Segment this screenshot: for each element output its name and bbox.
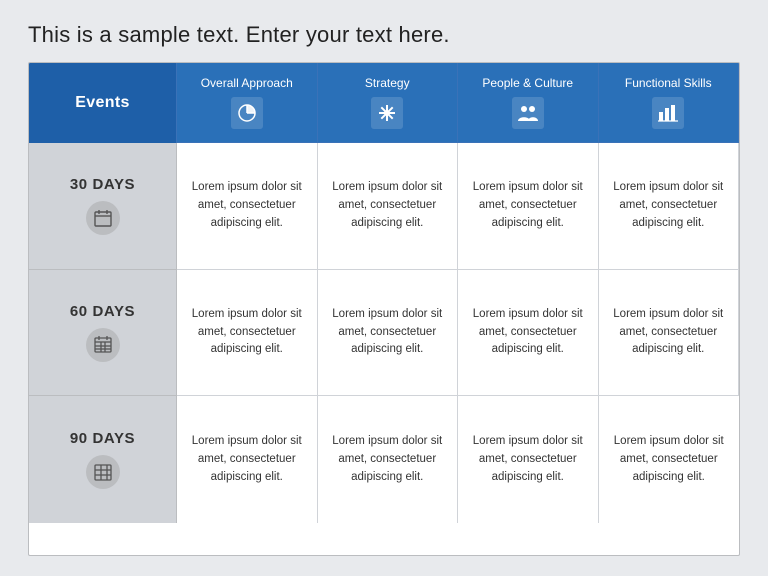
30-days-icon bbox=[86, 201, 120, 235]
cell-30-3: Lorem ipsum dolor sit amet, consectetuer… bbox=[599, 143, 740, 270]
cell-90-0: Lorem ipsum dolor sit amet, consectetuer… bbox=[177, 396, 318, 523]
events-label: Events bbox=[75, 94, 129, 112]
cell-60-2: Lorem ipsum dolor sit amet, consectetuer… bbox=[458, 270, 599, 397]
cell-90-3: Lorem ipsum dolor sit amet, consectetuer… bbox=[599, 396, 740, 523]
main-table: Events Overall Approach Strategy bbox=[28, 62, 740, 556]
cell-30-2: Lorem ipsum dolor sit amet, consectetuer… bbox=[458, 143, 599, 270]
cell-90-1: Lorem ipsum dolor sit amet, consectetuer… bbox=[318, 396, 459, 523]
functional-skills-icon bbox=[652, 97, 684, 129]
60-days-icon bbox=[86, 328, 120, 362]
col-header-functional-skills: Functional Skills bbox=[599, 63, 740, 143]
cell-60-0: Lorem ipsum dolor sit amet, consectetuer… bbox=[177, 270, 318, 397]
people-icon bbox=[512, 97, 544, 129]
overall-approach-icon bbox=[231, 97, 263, 129]
30-days-label: 30 DAYS bbox=[70, 176, 135, 193]
row-label-90-days: 90 DAYS bbox=[29, 396, 177, 523]
page-wrapper: This is a sample text. Enter your text h… bbox=[0, 0, 768, 576]
cell-60-1: Lorem ipsum dolor sit amet, consectetuer… bbox=[318, 270, 459, 397]
cell-30-0: Lorem ipsum dolor sit amet, consectetuer… bbox=[177, 143, 318, 270]
60-days-label: 60 DAYS bbox=[70, 303, 135, 320]
90-days-label: 90 DAYS bbox=[70, 430, 135, 447]
row-label-60-days: 60 DAYS bbox=[29, 270, 177, 397]
col-header-overall-approach: Overall Approach bbox=[177, 63, 318, 143]
col-label-overall-approach: Overall Approach bbox=[201, 76, 293, 92]
90-days-icon bbox=[86, 455, 120, 489]
cell-30-1: Lorem ipsum dolor sit amet, consectetuer… bbox=[318, 143, 459, 270]
table-grid: Events Overall Approach Strategy bbox=[29, 63, 739, 555]
page-title: This is a sample text. Enter your text h… bbox=[28, 22, 740, 48]
row-label-30-days: 30 DAYS bbox=[29, 143, 177, 270]
col-label-people-culture: People & Culture bbox=[482, 76, 573, 92]
col-label-strategy: Strategy bbox=[365, 76, 410, 92]
cell-60-3: Lorem ipsum dolor sit amet, consectetuer… bbox=[599, 270, 740, 397]
events-header: Events bbox=[29, 63, 177, 143]
col-header-people-culture: People & Culture bbox=[458, 63, 599, 143]
col-label-functional-skills: Functional Skills bbox=[625, 76, 712, 92]
cell-90-2: Lorem ipsum dolor sit amet, consectetuer… bbox=[458, 396, 599, 523]
strategy-icon bbox=[371, 97, 403, 129]
col-header-strategy: Strategy bbox=[318, 63, 459, 143]
